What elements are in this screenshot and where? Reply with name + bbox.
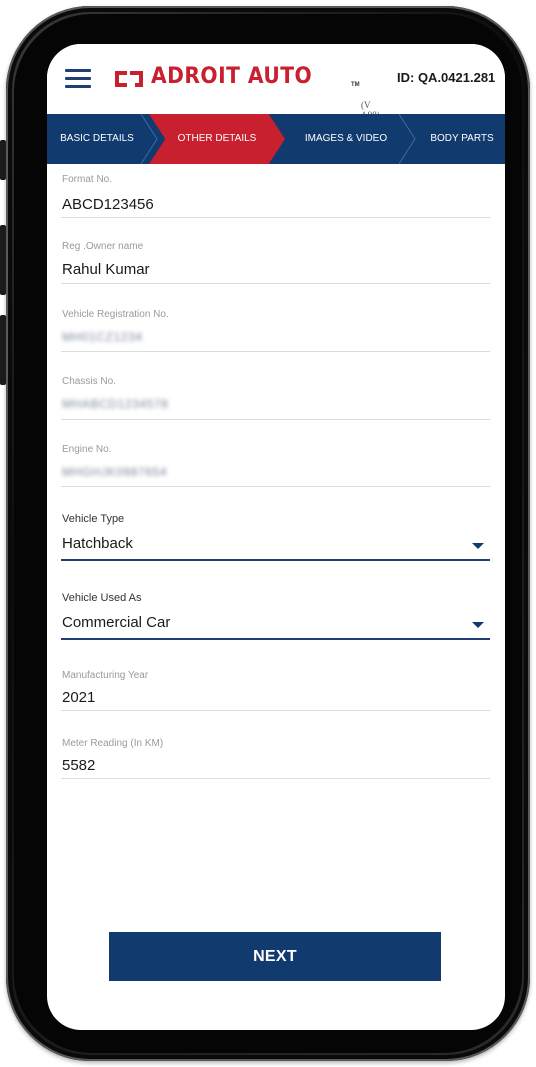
vehicle-used-as-select[interactable]: Vehicle Used As Commercial Car: [61, 592, 490, 640]
field-value[interactable]: ABCD123456: [62, 196, 154, 213]
tab-label: OTHER DETAILS: [177, 133, 257, 144]
field-value[interactable]: 2021: [62, 689, 95, 706]
field-underline: [61, 486, 490, 487]
app-screen: ADROIT AUTO TM (V 4.98) ID: QA.0421.281 …: [47, 44, 505, 1030]
field-label: Vehicle Registration No.: [62, 309, 169, 320]
vehicle-type-select[interactable]: Vehicle Type Hatchback: [61, 513, 490, 561]
field-underline: [61, 559, 490, 561]
manufacturing-year-field[interactable]: Manufacturing Year 2021: [61, 670, 490, 712]
chassis-no-field[interactable]: Chassis No. MHABCD1234578: [61, 376, 490, 420]
tab-other-details[interactable]: OTHER DETAILS: [149, 114, 285, 164]
field-value[interactable]: MHGHJK0987654: [62, 465, 167, 479]
field-underline: [61, 217, 490, 218]
field-value[interactable]: Commercial Car: [62, 614, 170, 631]
field-underline: [61, 419, 490, 420]
field-value[interactable]: MH01CZ1234: [62, 330, 143, 344]
caret-down-icon[interactable]: [472, 622, 484, 628]
tab-images-video[interactable]: IMAGES & VIDEO: [293, 114, 399, 164]
phone-volume-up: [0, 225, 6, 295]
field-label: Meter Reading (In KM): [62, 738, 164, 749]
inspection-id: ID: QA.0421.281: [397, 70, 496, 85]
field-label: Format No.: [62, 174, 113, 185]
step-chevron-icon: [398, 114, 416, 164]
field-value[interactable]: MHABCD1234578: [62, 397, 169, 411]
tab-body-parts[interactable]: BODY PARTS: [419, 114, 505, 164]
step-navigation: BASIC DETAILS OTHER DETAILS IMAGES & VID…: [47, 114, 505, 164]
caret-down-icon[interactable]: [472, 543, 484, 549]
tab-label: BODY PARTS: [430, 133, 494, 144]
field-underline: [61, 351, 490, 352]
field-value[interactable]: Hatchback: [62, 535, 133, 552]
app-header: ADROIT AUTO TM (V 4.98) ID: QA.0421.281: [47, 44, 505, 120]
brand-name: ADROIT AUTO: [151, 64, 313, 89]
next-button-label: NEXT: [253, 947, 297, 965]
field-label: Reg .Owner name: [62, 241, 144, 252]
adroit-logo-mark: [115, 71, 143, 87]
hamburger-menu-icon[interactable]: [65, 69, 91, 89]
field-value[interactable]: Rahul Kumar: [62, 261, 150, 278]
tab-label: BASIC DETAILS: [60, 133, 134, 144]
field-label: Vehicle Type: [62, 513, 125, 525]
field-label: Engine No.: [62, 444, 112, 455]
field-label: Vehicle Used As: [62, 592, 142, 604]
next-button[interactable]: NEXT: [109, 932, 441, 981]
field-underline: [61, 710, 490, 711]
field-underline: [61, 283, 490, 284]
field-value[interactable]: 5582: [62, 757, 95, 774]
registration-no-field[interactable]: Vehicle Registration No. MH01CZ1234: [61, 309, 490, 352]
field-label: Manufacturing Year: [62, 670, 149, 681]
phone-side-button: [0, 140, 6, 180]
format-no-field[interactable]: Format No. ABCD123456: [61, 174, 490, 218]
tab-basic-details[interactable]: BASIC DETAILS: [47, 114, 147, 164]
tab-label: IMAGES & VIDEO: [304, 133, 388, 144]
field-underline: [61, 778, 490, 779]
owner-name-field[interactable]: Reg .Owner name Rahul Kumar: [61, 241, 490, 284]
field-label: Chassis No.: [62, 376, 116, 387]
field-underline: [61, 638, 490, 640]
brand-logo: ADROIT AUTO TM (V 4.98): [113, 64, 380, 120]
phone-volume-down: [0, 315, 6, 385]
meter-reading-field[interactable]: Meter Reading (In KM) 5582: [61, 738, 490, 780]
trademark-mark: TM: [351, 82, 360, 88]
engine-no-field[interactable]: Engine No. MHGHJK0987654: [61, 444, 490, 487]
